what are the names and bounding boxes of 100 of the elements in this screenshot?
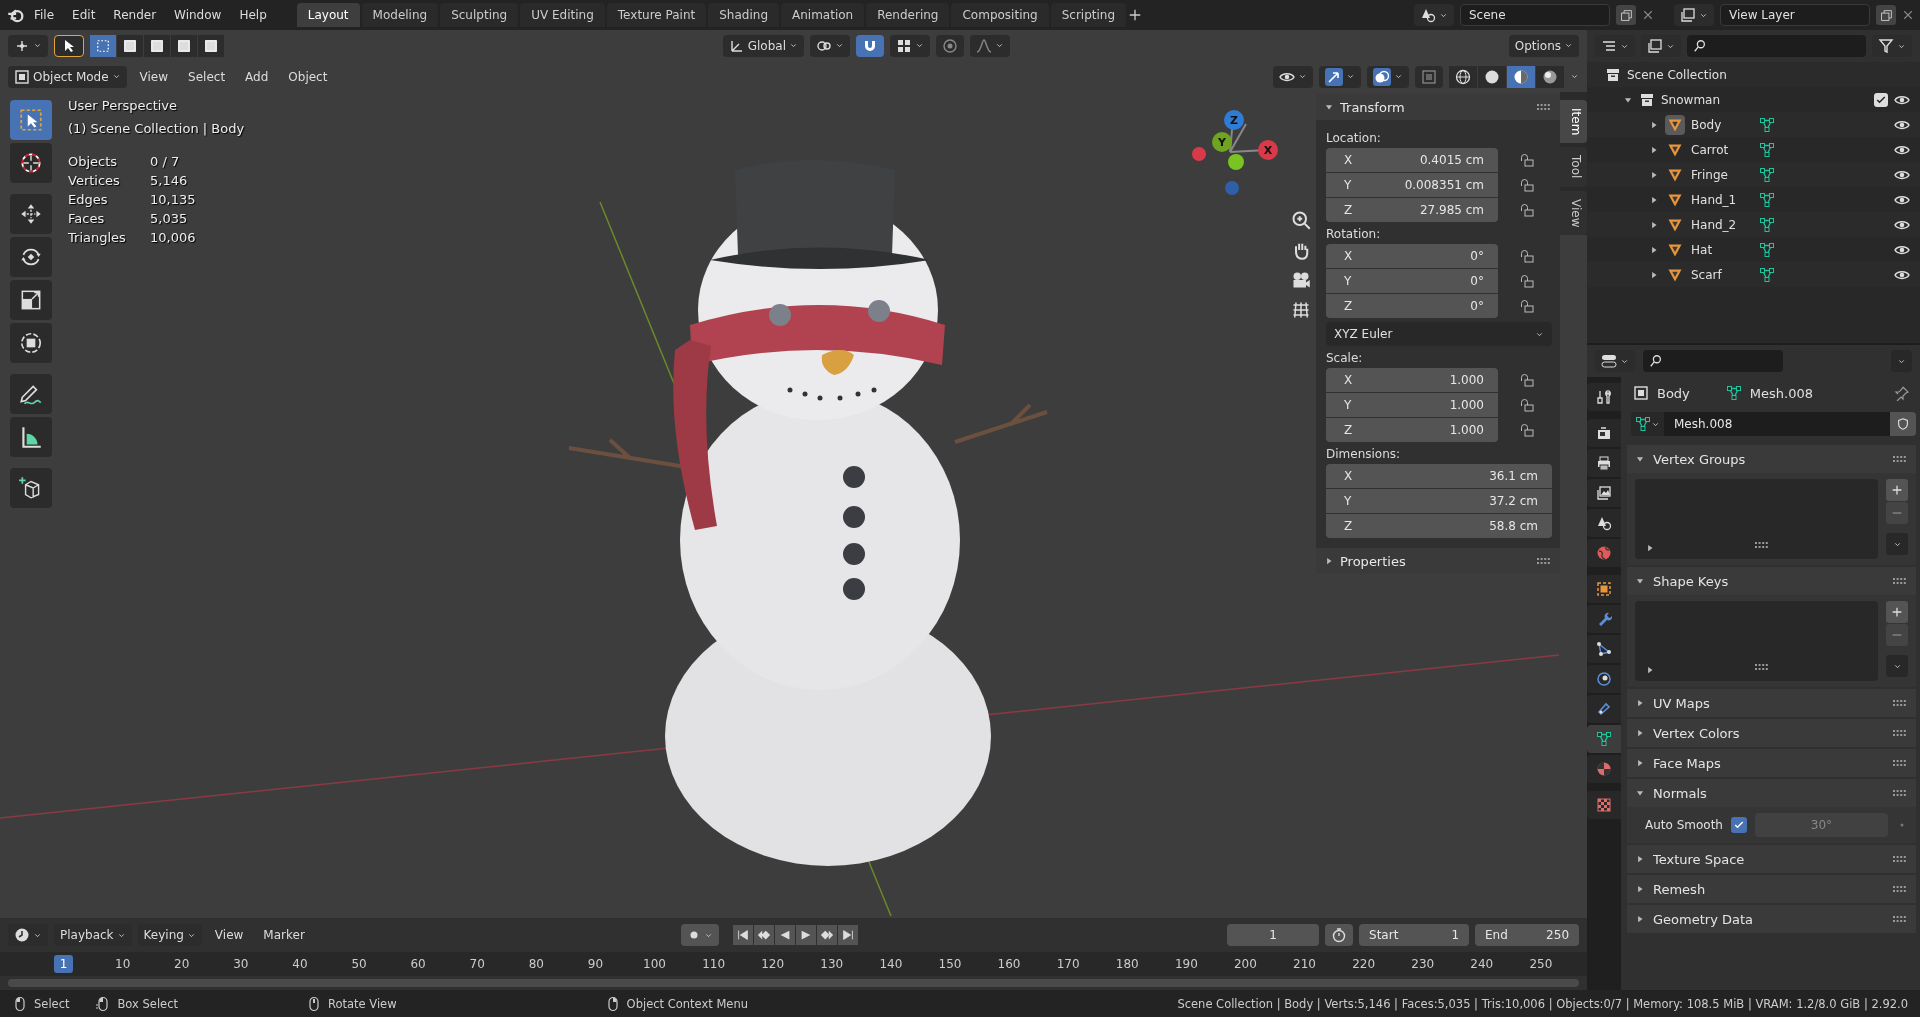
tool-button[interactable]	[10, 237, 52, 277]
number-field[interactable]: Y 1.000	[1326, 393, 1498, 417]
number-field[interactable]: Y 0°	[1326, 269, 1498, 293]
properties-tab[interactable]	[1587, 575, 1621, 603]
menu-item[interactable]: Edit	[64, 4, 104, 26]
outliner-item[interactable]: Scarf	[1691, 267, 1753, 282]
number-field[interactable]: X 36.1 cm	[1326, 464, 1552, 488]
number-field[interactable]: Z 27.985 cm	[1326, 198, 1498, 222]
start-frame-field[interactable]: Start 1	[1359, 924, 1469, 946]
filter-button[interactable]	[1872, 35, 1912, 57]
mesh-name-field[interactable]: Mesh.008	[1664, 412, 1890, 436]
number-field[interactable]: X 0°	[1326, 244, 1498, 268]
fake-user-button[interactable]	[1890, 412, 1916, 436]
properties-tab[interactable]	[1587, 605, 1621, 633]
workspace-tab[interactable]: Scripting	[1050, 3, 1127, 27]
timeline-menu[interactable]: Keying	[137, 924, 202, 946]
select-mode-button[interactable]	[90, 34, 116, 57]
number-field[interactable]: X 0.4015 cm	[1326, 148, 1498, 172]
workspace-tab[interactable]: Animation	[781, 3, 865, 27]
timeline-menu[interactable]: View	[207, 925, 251, 945]
scene-field[interactable]: Scene	[1460, 4, 1610, 26]
add-button[interactable]	[1886, 479, 1908, 501]
panel-header[interactable]: Vertex Colors	[1627, 719, 1916, 747]
number-field[interactable]: Z 1.000	[1326, 418, 1498, 442]
shading-mode-button[interactable]	[1507, 65, 1535, 88]
panel-header[interactable]: UV Maps	[1627, 689, 1916, 717]
lock-toggle[interactable]	[1518, 298, 1534, 314]
shading-mode-button[interactable]	[1536, 65, 1564, 88]
expand-toggle[interactable]	[1649, 219, 1659, 230]
panel-header[interactable]: Shape Keys	[1627, 567, 1916, 595]
exclude-checkbox[interactable]	[1874, 92, 1888, 107]
sidebar-tab[interactable]: Item	[1560, 100, 1587, 144]
tool-button[interactable]	[10, 323, 52, 363]
tool-button[interactable]	[10, 468, 52, 508]
outliner-item[interactable]: Fringe	[1691, 167, 1753, 182]
proportional-edit-button[interactable]	[936, 34, 964, 57]
add-button[interactable]	[1886, 601, 1908, 623]
number-field[interactable]: X 1.000	[1326, 368, 1498, 392]
workspace-tab[interactable]: Shading	[708, 3, 779, 27]
tool-button[interactable]	[10, 280, 52, 320]
timeline-menu[interactable]: Marker	[256, 925, 312, 945]
select-mode-button[interactable]	[171, 34, 197, 57]
panel-header[interactable]: Geometry Data	[1627, 905, 1916, 933]
record-button[interactable]	[680, 924, 719, 946]
scrollbar[interactable]	[8, 979, 1579, 987]
properties-tab[interactable]	[1587, 725, 1621, 753]
overlay-toggle-button[interactable]	[1367, 65, 1409, 88]
number-field[interactable]: Y 0.008351 cm	[1326, 173, 1498, 197]
filter-view-button[interactable]	[1641, 35, 1681, 57]
number-field[interactable]: Y 37.2 cm	[1326, 489, 1552, 513]
lock-toggle[interactable]	[1518, 273, 1534, 289]
properties-tab[interactable]	[1587, 419, 1621, 447]
tool-select-button[interactable]	[54, 34, 84, 57]
properties-tab[interactable]	[1587, 449, 1621, 477]
properties-tab[interactable]	[1587, 383, 1621, 411]
shading-mode-button[interactable]	[1478, 65, 1506, 88]
select-mode-button[interactable]	[198, 34, 224, 57]
object-icon-highlight[interactable]	[1665, 114, 1685, 135]
tool-button[interactable]	[10, 100, 52, 140]
search-field[interactable]	[1643, 350, 1783, 372]
panel-header[interactable]: Transform	[1316, 94, 1560, 120]
outliner-item[interactable]: Snowman	[1661, 92, 1721, 107]
panel-header[interactable]: Normals	[1627, 779, 1916, 807]
outliner-item[interactable]: Body	[1691, 117, 1753, 132]
expand-toggle[interactable]	[1649, 119, 1659, 130]
lock-toggle[interactable]	[1518, 152, 1534, 168]
tool-button[interactable]	[10, 417, 52, 457]
lock-toggle[interactable]	[1518, 397, 1534, 413]
menu-item[interactable]: Help	[231, 4, 275, 26]
menu-item[interactable]: Render	[105, 4, 165, 26]
copy-button[interactable]	[1876, 5, 1896, 25]
workspace-tab[interactable]: Modeling	[361, 3, 439, 27]
timeline-menu[interactable]: Playback	[54, 924, 132, 946]
lock-toggle[interactable]	[1518, 177, 1534, 193]
properties-tab[interactable]	[1587, 665, 1621, 693]
copy-button[interactable]	[1616, 5, 1636, 25]
select-mode-button[interactable]	[144, 34, 170, 57]
workspace-tab[interactable]: Sculpting	[440, 3, 519, 27]
expand-toggle[interactable]	[1649, 269, 1659, 280]
number-field[interactable]: Z 0°	[1326, 294, 1498, 318]
properties-tab[interactable]	[1587, 791, 1621, 819]
shading-mode-button[interactable]	[1449, 65, 1477, 88]
outliner-item[interactable]: Hat	[1691, 242, 1753, 257]
transform-pivot-button[interactable]	[8, 34, 48, 57]
pivot-point-button[interactable]	[810, 34, 850, 57]
orientation-dropdown[interactable]: Global	[722, 34, 804, 57]
editor-type-button[interactable]	[1595, 350, 1635, 372]
properties-tab[interactable]	[1587, 635, 1621, 663]
current-frame-field[interactable]: 1	[1227, 924, 1319, 946]
menu-item[interactable]: Window	[166, 4, 230, 26]
stopwatch-button[interactable]	[1325, 924, 1353, 946]
expand-toggle[interactable]	[1649, 144, 1659, 155]
lock-toggle[interactable]	[1518, 248, 1534, 264]
sidebar-tab[interactable]: Tool	[1560, 147, 1587, 187]
workspace-tab[interactable]: Layout	[296, 3, 360, 27]
viewport-menu[interactable]: Object	[281, 66, 335, 87]
sidebar-tab[interactable]: View	[1560, 190, 1587, 236]
panel-header[interactable]: Face Maps	[1627, 749, 1916, 777]
tool-button[interactable]	[10, 374, 52, 414]
tool-button[interactable]	[10, 143, 52, 183]
